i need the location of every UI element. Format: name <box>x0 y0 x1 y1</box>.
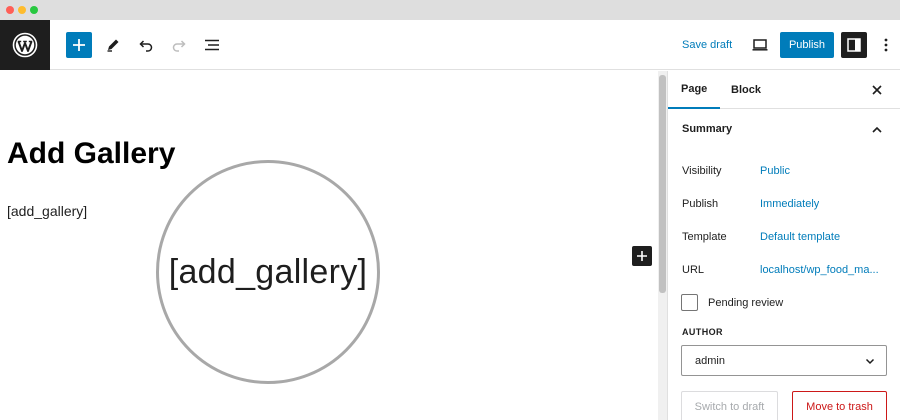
template-label: Template <box>682 231 727 243</box>
switch-to-draft-button[interactable]: Switch to draft <box>681 391 778 420</box>
undo-button[interactable] <box>133 32 159 58</box>
redo-button[interactable] <box>166 32 192 58</box>
shortcode-block[interactable]: [add_gallery] <box>7 203 87 219</box>
preview-button[interactable] <box>747 32 773 58</box>
wordpress-logo-button[interactable] <box>0 20 50 70</box>
author-label: AUTHOR <box>682 327 723 337</box>
tools-button[interactable] <box>100 32 126 58</box>
settings-sidebar: Page Block Summary Visibility Public Pub… <box>667 71 900 420</box>
summary-title: Summary <box>682 123 733 135</box>
summary-panel-toggle[interactable]: Summary <box>668 109 900 151</box>
maximize-window-button[interactable] <box>30 6 38 14</box>
move-to-trash-button[interactable]: Move to trash <box>792 391 887 420</box>
author-select[interactable]: admin <box>681 345 887 376</box>
options-menu-button[interactable] <box>874 32 898 58</box>
pending-review-checkbox[interactable] <box>681 294 698 311</box>
window-titlebar <box>0 0 900 20</box>
wordpress-logo-icon <box>12 32 38 58</box>
author-selected-value: admin <box>695 355 725 367</box>
close-settings-button[interactable] <box>868 81 886 99</box>
pencil-icon <box>107 39 119 52</box>
publish-label: Publish <box>682 198 719 210</box>
visibility-label: Visibility <box>682 165 722 177</box>
page-title[interactable]: Add Gallery <box>7 137 175 171</box>
template-value[interactable]: Default template <box>760 231 840 243</box>
publish-button[interactable]: Publish <box>780 32 834 58</box>
list-view-icon <box>205 39 219 51</box>
settings-toggle-button[interactable] <box>841 32 867 58</box>
editor-toolbar: Save draft Publish <box>0 20 900 70</box>
pending-review-label[interactable]: Pending review <box>708 297 783 309</box>
visibility-value[interactable]: Public <box>760 165 790 177</box>
url-label: URL <box>682 264 705 276</box>
tab-page[interactable]: Page <box>668 71 721 109</box>
publish-value[interactable]: Immediately <box>760 198 819 210</box>
block-inserter-button[interactable] <box>66 32 92 58</box>
scrollbar-thumb[interactable] <box>659 75 666 293</box>
magnified-shortcode: [add_gallery] <box>168 252 368 291</box>
more-options-icon <box>884 38 888 52</box>
undo-icon <box>139 40 153 52</box>
plus-icon <box>73 39 85 51</box>
save-draft-button[interactable]: Save draft <box>676 32 738 58</box>
chevron-up-icon <box>872 126 882 133</box>
tab-block[interactable]: Block <box>718 71 774 109</box>
chevron-down-icon <box>865 358 875 365</box>
inline-block-inserter-button[interactable] <box>632 246 652 266</box>
desktop-preview-icon <box>752 39 768 51</box>
magnifier-callout: [add_gallery] <box>156 160 380 384</box>
sidebar-tabs: Page Block <box>668 71 900 109</box>
plus-icon <box>637 251 647 261</box>
close-icon <box>872 85 882 95</box>
editor-canvas[interactable]: Add Gallery [add_gallery] [add_gallery] <box>0 71 658 420</box>
url-value[interactable]: localhost/wp_food_ma... <box>760 264 879 276</box>
document-overview-button[interactable] <box>199 32 225 58</box>
redo-icon <box>172 40 186 52</box>
close-window-button[interactable] <box>6 6 14 14</box>
settings-sidebar-icon <box>847 38 861 52</box>
canvas-scrollbar[interactable] <box>658 71 667 420</box>
minimize-window-button[interactable] <box>18 6 26 14</box>
